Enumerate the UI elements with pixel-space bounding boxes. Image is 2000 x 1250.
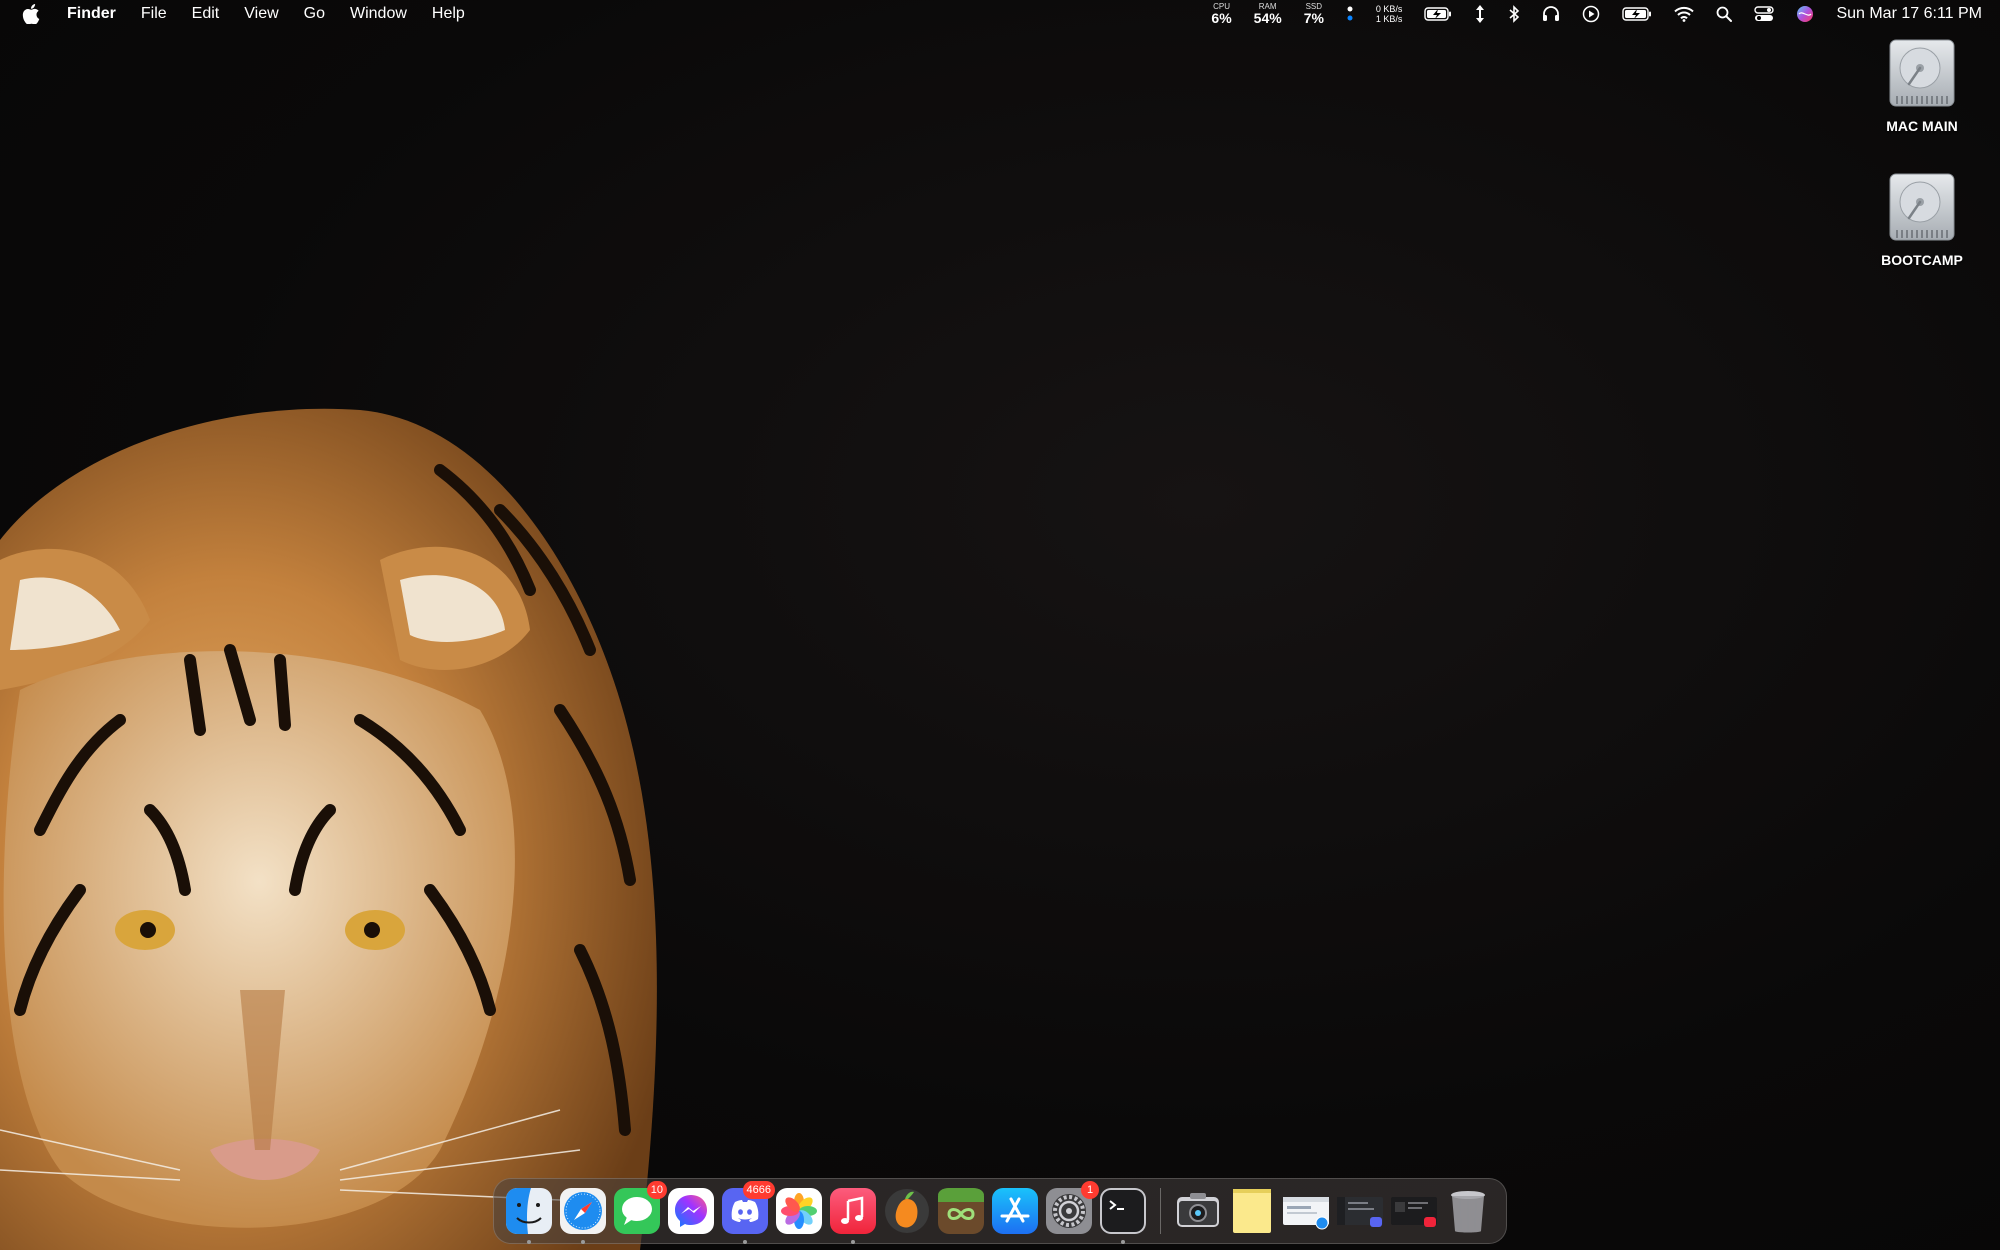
desktop-wallpaper: [0, 0, 2000, 1250]
ram-stat[interactable]: RAM 54%: [1253, 3, 1282, 26]
dock-trash[interactable]: [1444, 1187, 1492, 1235]
finder-icon: [506, 1188, 552, 1234]
messenger-icon: [668, 1188, 714, 1234]
running-indicator: [851, 1240, 855, 1244]
gpu-dots-icon[interactable]: [1346, 4, 1354, 24]
ssd-value: 7%: [1303, 10, 1324, 26]
network-up: 1 KB/s: [1375, 14, 1403, 24]
menu-view[interactable]: View: [244, 5, 278, 23]
cpu-stat[interactable]: CPU 6%: [1211, 3, 1232, 26]
battery-charging-icon[interactable]: [1424, 7, 1452, 21]
notification-badge: 1: [1081, 1181, 1099, 1199]
dock-fl-studio[interactable]: [883, 1187, 931, 1235]
dock-photos[interactable]: [775, 1187, 823, 1235]
music-icon: [830, 1188, 876, 1234]
now-playing-icon[interactable]: [1582, 5, 1600, 23]
running-indicator: [527, 1240, 531, 1244]
running-indicator: [743, 1240, 747, 1244]
window-thumbnail-icon: [1391, 1197, 1437, 1227]
desktop-icon-label: BOOTCAMP: [1881, 252, 1963, 268]
menu-go[interactable]: Go: [304, 5, 325, 23]
sort-arrows-icon[interactable]: [1474, 4, 1486, 24]
app-store-icon: [992, 1188, 1038, 1234]
dock-terminal[interactable]: [1099, 1187, 1147, 1244]
menu-clock[interactable]: Sun Mar 17 6:11 PM: [1836, 5, 1982, 23]
app-name-menu[interactable]: Finder: [67, 5, 116, 23]
dock-music[interactable]: [829, 1187, 877, 1244]
menu-file[interactable]: File: [141, 5, 167, 23]
running-indicator: [581, 1240, 585, 1244]
photos-icon: [776, 1188, 822, 1234]
dock-safari[interactable]: [559, 1187, 607, 1244]
hard-drive-icon: [1889, 173, 1955, 241]
menu-help[interactable]: Help: [432, 5, 465, 23]
dock-separator: [1160, 1188, 1161, 1234]
dock-app-store[interactable]: [991, 1187, 1039, 1235]
spotlight-search-icon[interactable]: [1716, 6, 1733, 22]
running-indicator: [1121, 1240, 1125, 1244]
control-center-icon[interactable]: [1754, 6, 1775, 22]
desktop-icon-mac-main[interactable]: MAC MAIN: [1862, 38, 1982, 134]
dock-messenger[interactable]: [667, 1187, 715, 1235]
dock-system-settings[interactable]: 1: [1045, 1181, 1099, 1235]
dock-messages[interactable]: 10: [613, 1181, 667, 1235]
wifi-icon[interactable]: [1674, 6, 1695, 22]
dock-window-safari[interactable]: [1282, 1187, 1330, 1235]
minecraft-icon: [938, 1188, 984, 1234]
trash-icon: [1451, 1191, 1485, 1233]
notification-badge: 10: [646, 1181, 667, 1199]
siri-icon[interactable]: [1796, 5, 1814, 23]
fl-studio-icon: [885, 1189, 929, 1233]
dock-stickies[interactable]: [1228, 1187, 1276, 1235]
menu-edit[interactable]: Edit: [192, 5, 220, 23]
dock-screenshot-utility[interactable]: [1174, 1187, 1222, 1235]
ssd-stat[interactable]: SSD 7%: [1303, 3, 1324, 26]
dock: 10 4666 1: [493, 1178, 1507, 1244]
camera-icon: [1177, 1193, 1219, 1227]
tiger-wallpaper-image: [0, 408, 657, 1250]
desktop-icon-label: MAC MAIN: [1886, 118, 1958, 134]
terminal-icon: [1100, 1188, 1146, 1234]
apple-menu-icon[interactable]: [22, 4, 40, 25]
ram-value: 54%: [1253, 10, 1282, 26]
window-thumbnail-icon: [1283, 1197, 1329, 1230]
dock-finder[interactable]: [505, 1187, 553, 1244]
dock-minecraft[interactable]: [937, 1187, 985, 1235]
dock-window-music[interactable]: [1390, 1187, 1438, 1235]
safari-icon: [560, 1188, 606, 1234]
menu-bar: Finder File Edit View Go Window Help CPU…: [0, 0, 2000, 28]
desktop-icon-bootcamp[interactable]: BOOTCAMP: [1862, 172, 1982, 268]
cpu-value: 6%: [1211, 10, 1232, 26]
headphones-icon[interactable]: [1542, 5, 1560, 23]
hard-drive-icon: [1889, 39, 1955, 107]
sticky-note-icon: [1233, 1189, 1271, 1233]
menu-window[interactable]: Window: [350, 5, 407, 23]
notification-badge: 4666: [742, 1181, 775, 1199]
bluetooth-icon[interactable]: [1508, 5, 1520, 23]
network-down: 0 KB/s: [1375, 4, 1403, 14]
dock-window-discord[interactable]: [1336, 1187, 1384, 1235]
battery-icon[interactable]: [1622, 7, 1652, 21]
window-thumbnail-icon: [1337, 1197, 1383, 1227]
dock-discord[interactable]: 4666: [721, 1181, 775, 1244]
network-stat[interactable]: 0 KB/s 1 KB/s: [1376, 4, 1403, 24]
